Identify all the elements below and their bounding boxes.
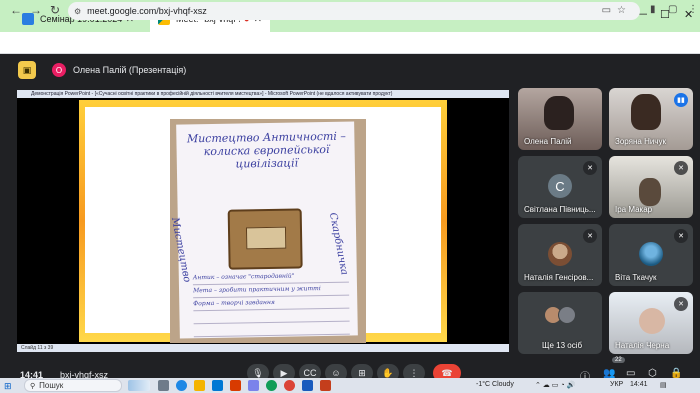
- poster-line: [193, 323, 350, 338]
- more-participants-tile[interactable]: Ще 13 осіб: [518, 292, 602, 354]
- participant-tile[interactable]: ✕ Іра Макар: [609, 156, 693, 218]
- participant-name: Наталія Черна: [615, 341, 670, 350]
- notification-icon[interactable]: ▤: [660, 381, 667, 389]
- camera-icon: ▶: [280, 367, 288, 378]
- avatar: [558, 306, 576, 324]
- reload-icon[interactable]: ↻: [50, 3, 60, 17]
- participant-video: [544, 96, 574, 130]
- participant-tile[interactable]: С ✕ Світлана Пiвниць...: [518, 156, 602, 218]
- poster: Мистецтво Античності – колиска європейсь…: [169, 121, 358, 340]
- word-icon[interactable]: [302, 380, 313, 391]
- slide-status-bar: Слайд 11 з 39: [17, 344, 509, 352]
- mic-off-icon: ✕: [583, 229, 597, 243]
- chrome-icon[interactable]: [266, 380, 277, 391]
- emoji-icon: ☺: [331, 368, 341, 378]
- phone-end-icon: ☎: [441, 367, 453, 378]
- task-view-icon[interactable]: [158, 380, 169, 391]
- office-icon[interactable]: [230, 380, 241, 391]
- poster-line: Форма – творчі завдання: [193, 297, 350, 312]
- more-vertical-icon: ⋮: [409, 367, 419, 378]
- avatar: [639, 242, 663, 266]
- poster-line: [193, 310, 350, 325]
- poster-photo: Мистецтво Античності – колиска європейсь…: [169, 119, 366, 343]
- menu-kebab-icon[interactable]: ⋮: [688, 4, 698, 15]
- poster-title: Мистецтво Античності – колиска європейсь…: [186, 129, 346, 171]
- sidebar-icon[interactable]: ▮: [650, 4, 656, 15]
- participants-count-badge: 22: [612, 357, 625, 363]
- participant-name: Іра Макар: [615, 205, 653, 214]
- participant-tile[interactable]: ✕ Віта Ткачук: [609, 224, 693, 286]
- participant-video: [631, 94, 661, 130]
- forward-arrow-icon[interactable]: →: [30, 3, 42, 17]
- avatar: С: [548, 174, 572, 198]
- url-text[interactable]: meet.google.com/bxj-vhqf-xsz: [87, 6, 207, 16]
- mic-off-icon: ✕: [674, 297, 688, 311]
- mic-icon: 🎙: [252, 367, 264, 378]
- back-arrow-icon[interactable]: ←: [10, 3, 22, 17]
- participant-tile[interactable]: ▮▮ Зоряна Ничук: [609, 88, 693, 150]
- store-icon[interactable]: [212, 380, 223, 391]
- search-placeholder: Пошук: [39, 381, 64, 390]
- browser-toolbar: [0, 32, 700, 54]
- chrome-icon[interactable]: [284, 380, 295, 391]
- participant-tile[interactable]: Олена Палій: [518, 88, 602, 150]
- participant-video: [639, 178, 661, 206]
- mic-off-icon: ✕: [674, 229, 688, 243]
- taskbar-clock[interactable]: 14:41: [630, 381, 648, 388]
- participant-name: Світлана Пiвниць...: [524, 205, 596, 214]
- treasure-chest-drawing: [227, 208, 303, 270]
- poster-left-label: Мистецтво: [168, 216, 193, 284]
- widget-icon[interactable]: [128, 380, 150, 391]
- avatar: [548, 242, 572, 266]
- present-icon: ⊞: [358, 367, 366, 378]
- participant-tile[interactable]: ✕ Наталія Черна: [609, 292, 693, 354]
- captions-icon: CC: [303, 368, 317, 378]
- tray-icons[interactable]: ⌃ ☁ ▭ ◔ 🔊: [535, 381, 575, 389]
- hand-icon: ✋: [382, 367, 394, 378]
- participant-name: Ще 13 осіб: [542, 341, 583, 350]
- cast-icon[interactable]: ▭: [602, 5, 617, 16]
- poster-line: Мета – зробити практичним у житті: [192, 284, 350, 299]
- poster-text-lines: Антик – означає "стародавній" Мета – зро…: [192, 271, 350, 340]
- powerpoint-title-bar: Демонстрація PowerPoint - [«Сучасні осві…: [17, 90, 509, 98]
- participant-tile[interactable]: ✕ Наталія Генсіров...: [518, 224, 602, 286]
- participant-name: Олена Палій: [524, 137, 572, 146]
- mic-off-icon: ✕: [583, 161, 597, 175]
- participant-name: Зоряна Ничук: [615, 137, 666, 146]
- presentation-icon[interactable]: ▣: [18, 61, 36, 79]
- language-indicator[interactable]: УКР: [610, 381, 623, 388]
- speaking-indicator-icon: ▮▮: [674, 93, 688, 107]
- windows-start-icon[interactable]: ⊞: [4, 381, 12, 392]
- taskbar-search[interactable]: ⚲ Пошук: [24, 379, 122, 392]
- teams-icon[interactable]: [248, 380, 259, 391]
- profile-icon[interactable]: ▢: [668, 4, 677, 15]
- search-icon: ⚲: [30, 382, 36, 390]
- site-info-icon[interactable]: ⚙: [74, 7, 81, 16]
- mic-off-icon: ✕: [674, 161, 688, 175]
- participant-name: Віта Ткачук: [615, 273, 657, 282]
- weather-text[interactable]: -1°C Cloudy: [476, 381, 514, 388]
- bookmark-star-icon[interactable]: ☆: [617, 5, 632, 16]
- participant-video: [639, 308, 665, 334]
- slide: Мистецтво Античності – колиска європейсь…: [79, 100, 447, 343]
- file-explorer-icon[interactable]: [194, 380, 205, 391]
- presenter-label: Олена Палій (Презентація): [73, 65, 187, 75]
- poster-right-label: Скарбничка: [326, 211, 350, 276]
- edge-icon[interactable]: [176, 380, 187, 391]
- participant-name: Наталія Генсіров...: [524, 273, 594, 282]
- avatar: О: [52, 63, 66, 77]
- shared-screen: Демонстрація PowerPoint - [«Сучасні осві…: [17, 90, 509, 352]
- poster-line: Антик – означає "стародавній": [192, 271, 349, 286]
- address-bar[interactable]: ⚙ meet.google.com/bxj-vhqf-xsz ▭☆: [68, 2, 640, 20]
- powerpoint-icon[interactable]: [320, 380, 331, 391]
